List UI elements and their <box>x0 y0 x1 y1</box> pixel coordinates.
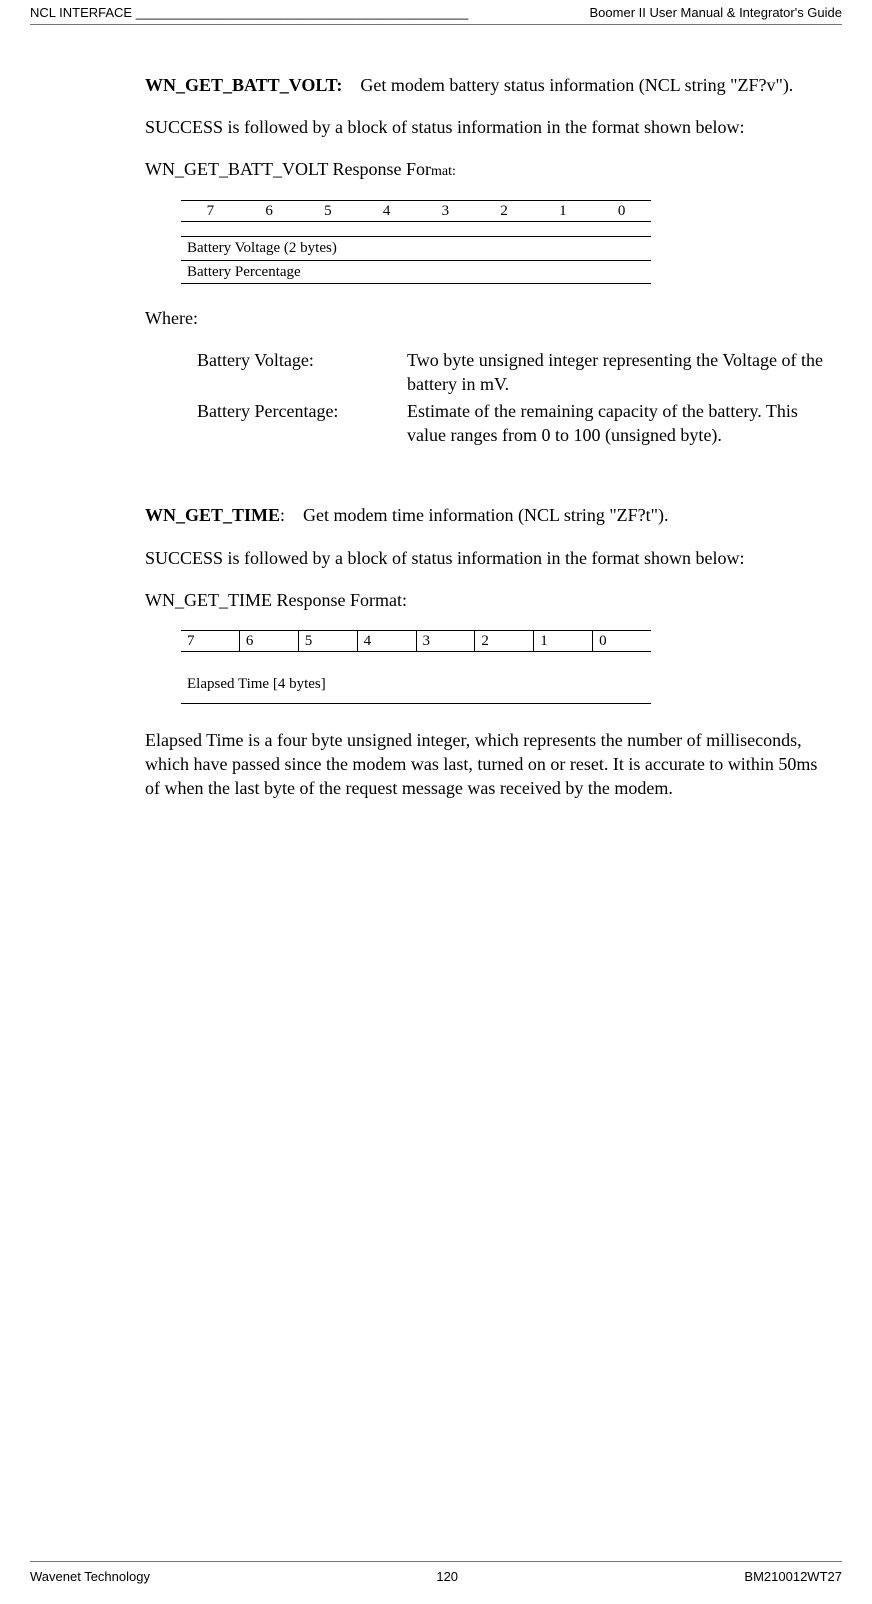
bit-col: 1 <box>534 201 593 221</box>
bit-col: 6 <box>240 201 299 221</box>
def-desc: Estimate of the remaining capacity of th… <box>407 399 832 448</box>
batt-row-percentage: Battery Percentage <box>181 261 651 284</box>
bit-col: 4 <box>358 631 417 651</box>
batt-desc: Get modem battery status information (NC… <box>360 75 793 95</box>
def-term: Battery Percentage: <box>197 399 407 448</box>
time-explanation: Elapsed Time is a four byte unsigned int… <box>145 728 832 801</box>
time-success-para: SUCCESS is followed by a block of status… <box>145 546 832 570</box>
bit-col: 0 <box>593 631 651 651</box>
page-header: NCL INTERFACE __________________________… <box>30 0 842 25</box>
bit-col: 0 <box>592 201 651 221</box>
bit-col: 2 <box>475 631 534 651</box>
time-bit-header: 7 6 5 4 3 2 1 0 <box>181 630 651 652</box>
header-right: Boomer II User Manual & Integrator's Gui… <box>590 4 842 22</box>
bit-col: 6 <box>240 631 299 651</box>
def-row: Battery Voltage: Two byte unsigned integ… <box>197 348 832 397</box>
batt-intro: WN_GET_BATT_VOLT: Get modem battery stat… <box>145 73 832 97</box>
batt-row-voltage: Battery Voltage (2 bytes) <box>181 236 651 260</box>
time-title: WN_GET_TIME <box>145 505 280 525</box>
time-response-label: WN_GET_TIME Response Format: <box>145 588 832 612</box>
batt-success-para: SUCCESS is followed by a block of status… <box>145 115 832 139</box>
time-desc: Get modem time information (NCL string "… <box>303 505 668 525</box>
time-row-elapsed: Elapsed Time [4 bytes] <box>181 664 651 703</box>
bit-col: 2 <box>475 201 534 221</box>
bit-col: 3 <box>417 631 476 651</box>
bit-col: 4 <box>357 201 416 221</box>
batt-definitions: Battery Voltage: Two byte unsigned integ… <box>197 348 832 447</box>
header-left: NCL INTERFACE __________________________… <box>30 4 468 22</box>
bit-col: 7 <box>181 201 240 221</box>
footer-center: 120 <box>436 1568 458 1586</box>
footer-right: BM210012WT27 <box>744 1568 842 1586</box>
def-row: Battery Percentage: Estimate of the rema… <box>197 399 832 448</box>
batt-response-label: WN_GET_BATT_VOLT Response Format: <box>145 157 832 182</box>
def-desc: Two byte unsigned integer representing t… <box>407 348 832 397</box>
bit-col: 1 <box>534 631 593 651</box>
footer-left: Wavenet Technology <box>30 1568 150 1586</box>
document-body: WN_GET_BATT_VOLT: Get modem battery stat… <box>145 73 832 801</box>
bit-col: 5 <box>299 631 358 651</box>
time-intro: WN_GET_TIME: Get modem time information … <box>145 503 832 527</box>
def-term: Battery Voltage: <box>197 348 407 397</box>
page-footer: Wavenet Technology 120 BM210012WT27 <box>30 1561 842 1586</box>
bit-col: 3 <box>416 201 475 221</box>
bit-col: 7 <box>181 631 240 651</box>
batt-where-label: Where: <box>145 306 832 330</box>
batt-title: WN_GET_BATT_VOLT: <box>145 75 342 95</box>
batt-bit-header: 7 6 5 4 3 2 1 0 <box>181 200 651 222</box>
bit-col: 5 <box>299 201 358 221</box>
